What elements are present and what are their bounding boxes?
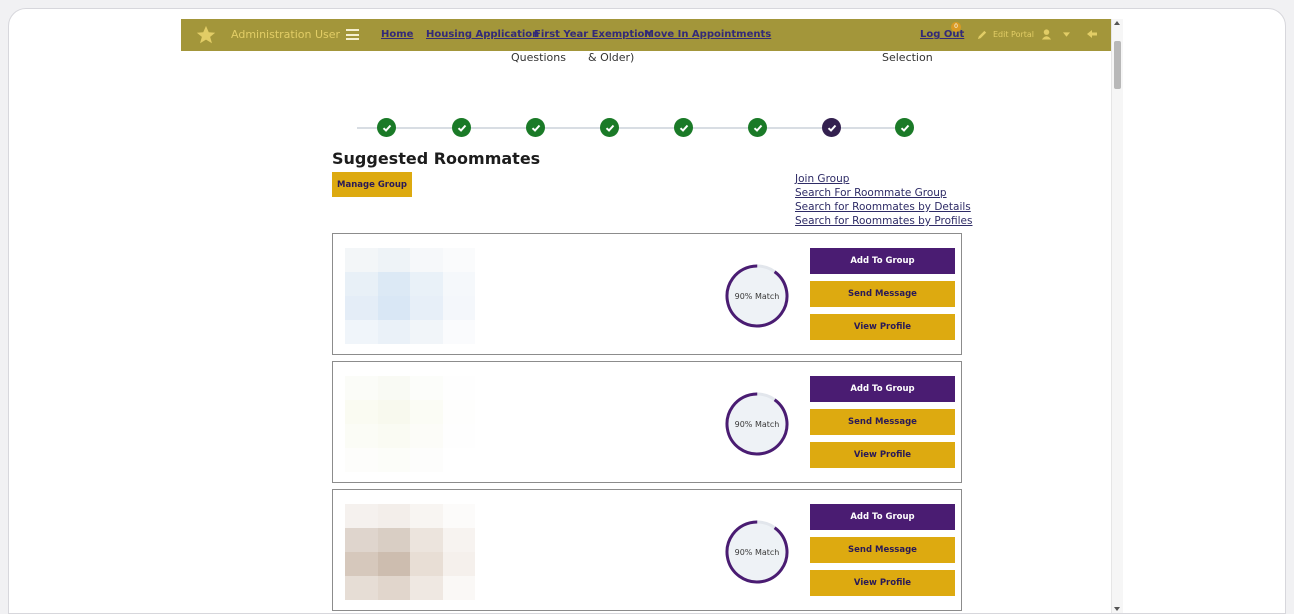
edit-portal-link[interactable]: Edit Portal [993, 30, 1034, 39]
scroll-down-arrow[interactable] [1114, 607, 1120, 611]
step-label-selection: Selection [882, 51, 933, 64]
check-icon [679, 124, 688, 132]
search-roommate-group-link[interactable]: Search For Roommate Group [795, 186, 972, 200]
send-message-button[interactable]: Send Message [810, 409, 955, 435]
step-label-questions: Questions [511, 51, 566, 64]
match-score-label: 90% Match [734, 291, 780, 301]
chevron-down-icon[interactable] [1063, 32, 1070, 37]
view-profile-button[interactable]: View Profile [810, 314, 955, 340]
check-icon [753, 124, 762, 132]
check-icon [382, 124, 391, 132]
browser-frame: Administration User Home Housing Applica… [8, 8, 1286, 614]
step-6-complete[interactable] [748, 118, 767, 137]
user-name[interactable]: Administration User [231, 28, 340, 41]
match-score-label: 90% Match [734, 547, 780, 557]
view-profile-button[interactable]: View Profile [810, 442, 955, 468]
roommate-card: 90% Match Add To Group Send Message View… [332, 233, 962, 355]
roommate-card: 90% Match Add To Group Send Message View… [332, 361, 962, 483]
scrollbar-thumb[interactable] [1114, 41, 1121, 89]
hamburger-menu-icon[interactable] [346, 29, 359, 40]
pencil-icon[interactable] [977, 29, 988, 40]
join-group-link[interactable]: Join Group [795, 172, 972, 186]
top-navbar: Administration User Home Housing Applica… [181, 19, 1111, 51]
add-to-group-button[interactable]: Add To Group [810, 376, 955, 402]
nav-first-year-exemption-link[interactable]: First Year Exemption [534, 29, 652, 40]
scrollbar[interactable] [1111, 19, 1123, 613]
user-icon[interactable] [1041, 28, 1052, 40]
roommate-photo-blurred [345, 376, 475, 472]
roommate-photo-blurred [345, 248, 475, 344]
manage-group-button[interactable]: Manage Group [332, 172, 412, 197]
view-profile-button[interactable]: View Profile [810, 570, 955, 596]
search-by-profiles-link[interactable]: Search for Roommates by Profiles [795, 214, 972, 228]
page-title: Suggested Roommates [332, 149, 541, 168]
step-2-complete[interactable] [452, 118, 471, 137]
step-label-older: & Older) [588, 51, 635, 64]
notification-badge: 0 [951, 22, 961, 32]
step-1-complete[interactable] [377, 118, 396, 137]
send-message-button[interactable]: Send Message [810, 281, 955, 307]
add-to-group-button[interactable]: Add To Group [810, 504, 955, 530]
step-3-complete[interactable] [526, 118, 545, 137]
nav-housing-application-link[interactable]: Housing Application [426, 29, 539, 40]
check-icon [531, 124, 540, 132]
add-to-group-button[interactable]: Add To Group [810, 248, 955, 274]
nav-home-link[interactable]: Home [381, 29, 413, 40]
check-icon [900, 124, 909, 132]
step-4-complete[interactable] [600, 118, 619, 137]
step-8-complete[interactable] [895, 118, 914, 137]
check-icon [827, 124, 836, 132]
match-score-label: 90% Match [734, 419, 780, 429]
send-message-button[interactable]: Send Message [810, 537, 955, 563]
nav-move-in-appointments-link[interactable]: Move In Appointments [644, 29, 771, 40]
step-7-current[interactable] [822, 118, 841, 137]
search-by-details-link[interactable]: Search for Roommates by Details [795, 200, 972, 214]
scroll-up-arrow[interactable] [1114, 21, 1120, 25]
side-links: Join Group Search For Roommate Group Sea… [795, 172, 972, 228]
roommate-card: 90% Match Add To Group Send Message View… [332, 489, 962, 611]
sign-out-icon[interactable] [1087, 29, 1097, 39]
check-icon [457, 124, 466, 132]
roommate-photo-blurred [345, 504, 475, 600]
check-icon [605, 124, 614, 132]
star-icon[interactable] [195, 24, 217, 46]
step-5-complete[interactable] [674, 118, 693, 137]
